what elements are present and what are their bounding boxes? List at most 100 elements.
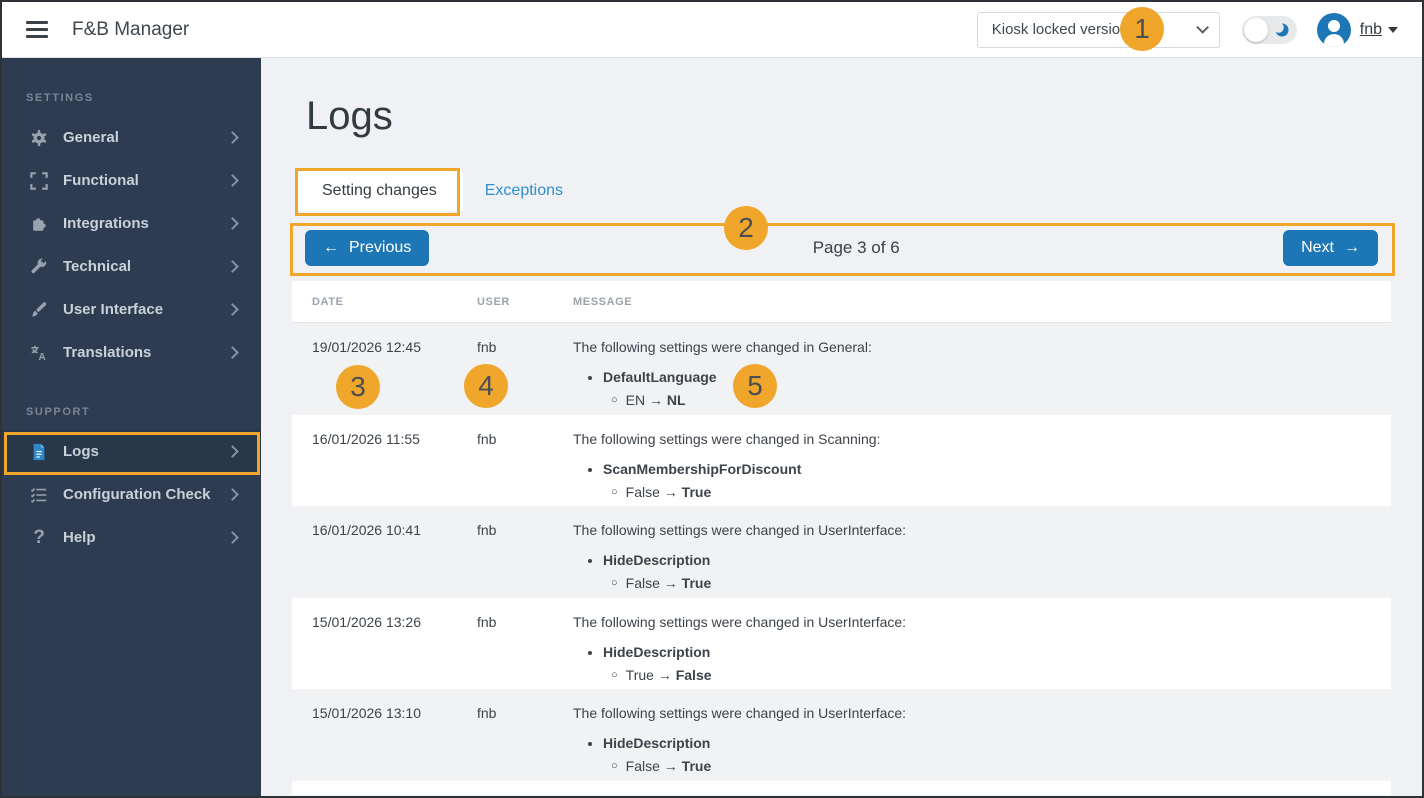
question-icon: ? — [33, 526, 45, 548]
caret-down-icon — [1388, 26, 1398, 33]
sub-bullet-icon: ○ — [611, 485, 618, 498]
chevron-right-icon — [226, 303, 239, 316]
sidebar-item-user-interface[interactable]: User Interface — [2, 288, 261, 331]
app-title: F&B Manager — [72, 18, 190, 40]
pagination-bar: ← Previous Page 3 of 6 Next → — [292, 225, 1391, 271]
chevron-right-icon — [226, 488, 239, 501]
chevron-right-icon — [226, 531, 239, 544]
chevron-right-icon — [226, 217, 239, 230]
log-message-intro: The following settings were changed in G… — [573, 339, 872, 355]
log-user: fnb — [477, 705, 497, 721]
chevron-right-icon — [226, 445, 239, 458]
log-setting-name: HideDescription ○ False → True — [603, 734, 1391, 775]
avatar-person-icon — [1327, 19, 1340, 32]
chevron-right-icon — [226, 346, 239, 359]
log-setting-name: HideDescription ○ True → False — [603, 643, 1391, 684]
sidebar-item-label: Configuration Check — [63, 486, 211, 503]
sidebar-section-label: SETTINGS — [26, 92, 94, 104]
sidebar-item-label: General — [63, 129, 119, 146]
app-window: F&B Manager Kiosk locked version fnb SET… — [0, 0, 1424, 798]
table-row: 19/01/2026 12:45 fnb The following setti… — [292, 323, 1391, 415]
log-message-intro: The following settings were changed in U… — [573, 522, 907, 538]
log-message: The following settings were changed in U… — [553, 704, 1391, 781]
version-select[interactable]: Kiosk locked version — [976, 11, 1220, 48]
change-arrow-icon: → — [663, 483, 678, 500]
wrench-icon — [28, 257, 50, 277]
sidebar-item-general[interactable]: General — [2, 116, 261, 159]
sub-bullet-icon: ○ — [611, 760, 618, 772]
sidebar-section-label: SUPPORT — [26, 406, 91, 418]
fullscreen-icon — [28, 171, 50, 191]
arrow-left-icon: ← — [323, 239, 339, 256]
tab-setting-changes[interactable]: Setting changes — [296, 171, 463, 211]
hamburger-menu-icon[interactable] — [26, 21, 48, 38]
theme-toggle[interactable] — [1241, 15, 1297, 44]
change-arrow-icon: → — [663, 575, 678, 591]
user-menu[interactable]: fnb — [1360, 21, 1382, 39]
sidebar-item-translations[interactable]: A Translations — [2, 331, 261, 374]
callout-1: 1 — [1120, 7, 1164, 51]
log-user: fnb — [477, 430, 497, 447]
sidebar-item-label: Translations — [63, 344, 152, 361]
sub-bullet-icon: ○ — [611, 577, 618, 589]
column-header-message: MESSAGE — [573, 295, 633, 308]
chevron-right-icon — [226, 174, 239, 187]
sidebar-item-label: Technical — [63, 258, 132, 275]
log-message: The following settings were changed in S… — [553, 430, 1391, 507]
toggle-knob — [1243, 17, 1268, 42]
log-user: fnb — [477, 522, 497, 538]
next-button[interactable]: Next → — [1283, 230, 1378, 266]
tab-exceptions[interactable]: Exceptions — [463, 171, 585, 211]
log-date: 15/01/2026 13:26 — [312, 613, 421, 630]
previous-button[interactable]: ← Previous — [305, 230, 430, 266]
logs-table: DATE USER MESSAGE 19/01/2026 12:45 fnb T… — [292, 281, 1391, 795]
main-content: Logs Setting changes Exceptions ← Previo… — [261, 58, 1422, 796]
file-icon — [28, 442, 50, 462]
log-date: 15/01/2026 13:10 — [312, 705, 421, 721]
table-bottom-strip — [292, 780, 1391, 795]
puzzle-icon — [28, 214, 50, 234]
log-message: The following settings were changed in U… — [553, 521, 1391, 598]
log-setting-change: ○ True → False — [611, 666, 712, 683]
translate-icon: A — [28, 343, 50, 363]
log-message-intro: The following settings were changed in U… — [573, 613, 907, 630]
sidebar-item-label: Integrations — [63, 215, 149, 232]
log-message: The following settings were changed in U… — [553, 613, 1391, 690]
log-setting-change: ○ False → True — [611, 758, 712, 774]
page-status: Page 3 of 6 — [812, 238, 900, 257]
chevron-right-icon — [226, 260, 239, 273]
table-header-row: DATE USER MESSAGE — [292, 281, 1391, 323]
sidebar-item-logs[interactable]: Logs — [2, 430, 261, 473]
sidebar-item-label: Help — [63, 529, 96, 546]
sidebar-item-integrations[interactable]: Integrations — [2, 202, 261, 245]
sub-bullet-icon: ○ — [611, 394, 618, 406]
callout-3: 3 — [336, 365, 380, 409]
svg-text:A: A — [39, 352, 46, 362]
top-bar: F&B Manager Kiosk locked version fnb — [2, 2, 1422, 58]
sidebar: SETTINGS General Functional Integrations Tec… — [2, 58, 261, 796]
sidebar-item-label: Logs — [63, 443, 99, 460]
sidebar-item-technical[interactable]: Technical — [2, 245, 261, 288]
tab-bar: Setting changes Exceptions — [292, 171, 1391, 211]
log-setting-name: ScanMembershipForDiscount ○ False → True — [603, 460, 1391, 501]
log-setting-change: ○ False → True — [611, 575, 712, 591]
checklist-icon — [28, 485, 50, 505]
log-date: 16/01/2026 11:55 — [312, 430, 420, 447]
page-title: Logs — [306, 94, 393, 138]
log-date: 16/01/2026 10:41 — [312, 522, 421, 538]
sidebar-item-configuration-check[interactable]: Configuration Check — [2, 473, 261, 516]
arrow-right-icon: → — [1344, 239, 1360, 256]
column-header-user: USER — [477, 295, 510, 308]
user-avatar[interactable] — [1316, 12, 1351, 47]
chevron-right-icon — [226, 131, 239, 144]
sidebar-item-label: Functional — [63, 172, 139, 189]
log-setting-change: ○ False → True — [611, 483, 712, 500]
log-setting-change: ○ EN → NL — [611, 392, 686, 408]
paintbrush-icon — [28, 300, 50, 320]
sidebar-item-functional[interactable]: Functional — [2, 159, 261, 202]
moon-icon — [1273, 21, 1289, 36]
callout-5: 5 — [733, 364, 777, 408]
log-message-intro: The following settings were changed in S… — [573, 430, 881, 447]
column-header-date: DATE — [312, 295, 344, 308]
sidebar-item-help[interactable]: ? Help — [2, 516, 261, 559]
